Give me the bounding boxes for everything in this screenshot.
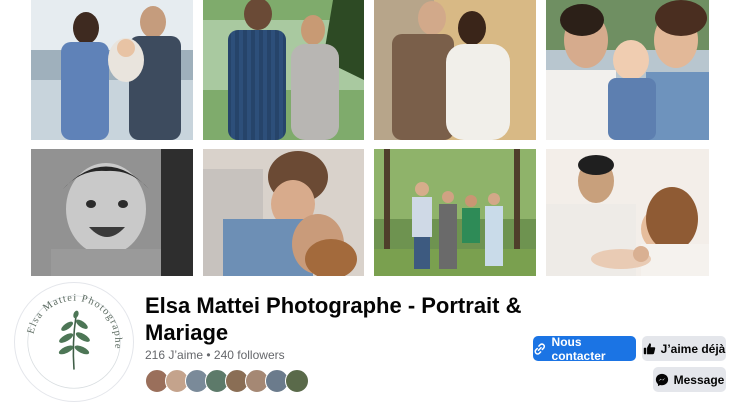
- avatar[interactable]: [285, 369, 309, 393]
- messenger-icon: [655, 373, 668, 386]
- link-icon: [534, 342, 545, 355]
- cover-photo[interactable]: [31, 149, 193, 276]
- followers-count[interactable]: 240 followers: [214, 348, 285, 362]
- page-stats: 216 J’aime • 240 followers: [145, 348, 285, 362]
- thumbs-up-icon: [643, 343, 655, 355]
- message-button[interactable]: Message: [653, 367, 726, 392]
- stats-separator: •: [203, 348, 214, 362]
- cover-photo[interactable]: [203, 149, 364, 276]
- profile-picture[interactable]: Elsa Mattei Photographe: [14, 282, 134, 402]
- page-title: Elsa Mattei Photographe - Portrait & Mar…: [145, 293, 522, 345]
- cover-photo[interactable]: [374, 0, 536, 140]
- message-button-label: Message: [673, 372, 725, 387]
- cover-photo[interactable]: [31, 0, 193, 140]
- contact-button-label: Nous contacter: [551, 334, 606, 363]
- cover-photo[interactable]: [546, 0, 709, 140]
- cover-photo[interactable]: [374, 149, 536, 276]
- cover-photo[interactable]: [546, 149, 709, 276]
- cover-photo-grid[interactable]: [0, 0, 741, 280]
- likes-count[interactable]: 216 J’aime: [145, 348, 203, 362]
- liked-button-label: J’aime déjà: [660, 341, 726, 356]
- contact-button[interactable]: Nous contacter: [533, 334, 636, 363]
- cover-photo[interactable]: [203, 0, 364, 140]
- liked-button[interactable]: J’aime déjà: [642, 336, 726, 361]
